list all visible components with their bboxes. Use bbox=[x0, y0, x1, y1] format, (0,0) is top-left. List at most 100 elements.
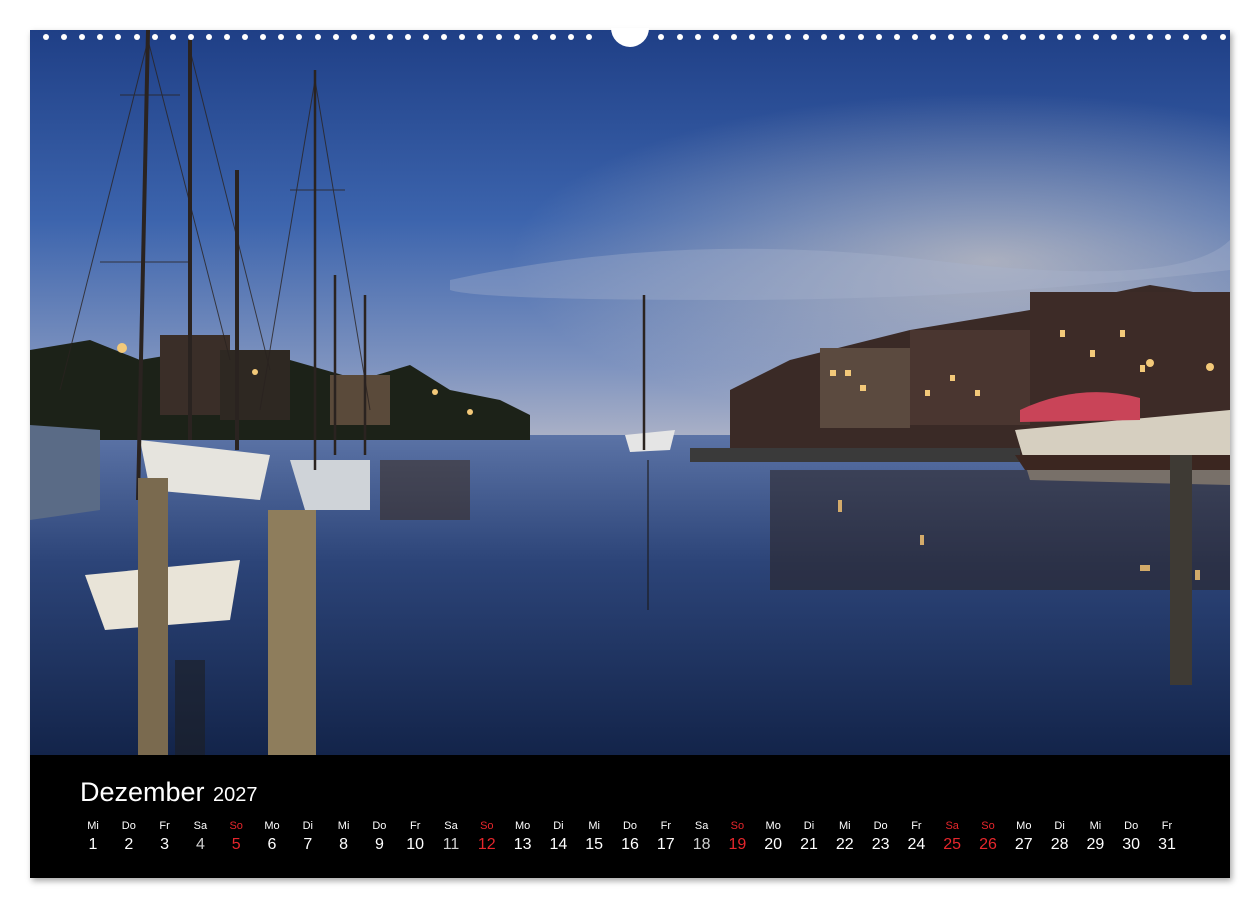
day-number: 13 bbox=[513, 836, 532, 853]
day-cell: So 26 bbox=[970, 819, 1006, 855]
day-cell: So 19 bbox=[719, 819, 755, 855]
weekday-label: Mo bbox=[765, 820, 781, 832]
binding-hole bbox=[477, 34, 484, 40]
binding-hole bbox=[1183, 34, 1190, 40]
binding-hole bbox=[205, 34, 212, 40]
day-number: 24 bbox=[907, 836, 926, 853]
binding-hole bbox=[278, 34, 285, 40]
day-cell: Sa 25 bbox=[934, 819, 970, 855]
day-cell: Fr 31 bbox=[1149, 819, 1185, 855]
weekday-label: Mi bbox=[337, 820, 350, 832]
binding-hole bbox=[767, 34, 773, 40]
binding-hole bbox=[1147, 34, 1154, 40]
weekday-label: Di bbox=[803, 820, 815, 832]
day-number: 29 bbox=[1086, 836, 1105, 853]
binding-hole bbox=[332, 34, 339, 40]
binding-hole bbox=[1110, 34, 1117, 40]
day-number: 11 bbox=[442, 836, 460, 853]
binding-hole bbox=[423, 34, 430, 40]
binding-hole bbox=[839, 34, 846, 40]
binding-hole bbox=[296, 34, 303, 40]
weekday-label: Mi bbox=[87, 820, 99, 832]
binding-hole bbox=[115, 34, 122, 40]
binding-hole bbox=[350, 34, 357, 40]
binding-hole bbox=[1219, 34, 1226, 40]
weekday-label: Mi bbox=[1089, 820, 1102, 832]
binding-hole bbox=[441, 34, 448, 40]
day-number: 14 bbox=[549, 836, 568, 853]
day-number: 10 bbox=[406, 836, 425, 853]
day-number: 4 bbox=[195, 836, 205, 853]
binding-hole bbox=[948, 34, 954, 40]
binding-hole bbox=[386, 34, 393, 40]
day-cell: Fr 17 bbox=[648, 819, 684, 855]
day-number: 16 bbox=[621, 836, 639, 853]
binding-hole bbox=[857, 34, 864, 40]
day-number: 28 bbox=[1050, 836, 1069, 853]
day-number: 21 bbox=[800, 836, 818, 853]
day-cell: Fr 24 bbox=[898, 819, 934, 855]
binding-hole bbox=[405, 34, 411, 40]
day-number: 18 bbox=[692, 836, 711, 853]
day-cell: Di 7 bbox=[290, 819, 326, 855]
binding-hole bbox=[43, 34, 49, 40]
binding-hole bbox=[676, 34, 683, 40]
day-cell: Do 30 bbox=[1113, 819, 1149, 855]
weekday-label: Sa bbox=[945, 820, 959, 832]
day-number: 5 bbox=[231, 836, 241, 853]
day-cell: Fr 10 bbox=[397, 819, 433, 855]
day-number: 8 bbox=[339, 836, 349, 853]
day-number: 22 bbox=[835, 836, 854, 853]
day-cell: Mi 22 bbox=[827, 819, 863, 855]
calendar-title: Dezember 2027 bbox=[80, 777, 258, 808]
weekday-label: Mi bbox=[838, 820, 851, 832]
day-cell: Mo 20 bbox=[755, 819, 791, 855]
weekday-label: Di bbox=[302, 820, 313, 832]
day-number: 19 bbox=[728, 836, 747, 853]
day-cell: So 5 bbox=[218, 819, 254, 855]
binding-hole bbox=[658, 34, 665, 40]
binding-hole bbox=[79, 34, 86, 40]
binding-hole bbox=[984, 34, 991, 40]
day-number: 27 bbox=[1014, 836, 1033, 853]
day-cell: Do 9 bbox=[361, 819, 397, 855]
binding-hole bbox=[1092, 34, 1099, 40]
day-number: 3 bbox=[160, 836, 170, 853]
day-cell: Mi 1 bbox=[75, 819, 111, 855]
month-name: Dezember bbox=[80, 777, 205, 807]
weekday-label: So bbox=[229, 820, 243, 832]
day-number: 15 bbox=[585, 836, 604, 853]
binding-hole bbox=[169, 34, 176, 40]
weekday-label: Di bbox=[553, 820, 564, 832]
weekday-label: So bbox=[480, 820, 494, 832]
day-cell: Di 14 bbox=[540, 819, 576, 855]
day-number: 7 bbox=[303, 836, 313, 853]
calendar-binding bbox=[30, 28, 1230, 47]
weekday-label: Fr bbox=[1161, 820, 1173, 832]
day-number: 9 bbox=[374, 836, 384, 853]
weekday-label: Do bbox=[121, 820, 136, 832]
binding-hole bbox=[730, 34, 737, 40]
binding-hole bbox=[712, 34, 719, 40]
weekday-label: Sa bbox=[444, 820, 458, 832]
binding-hole bbox=[531, 34, 538, 40]
day-number: 31 bbox=[1158, 836, 1176, 853]
day-cell: Mo 6 bbox=[254, 819, 290, 855]
day-number: 23 bbox=[871, 836, 890, 853]
day-cell: Mo 13 bbox=[505, 819, 541, 855]
day-number: 25 bbox=[943, 836, 962, 853]
weekday-label: So bbox=[730, 820, 745, 832]
day-cell: Di 21 bbox=[791, 819, 827, 855]
day-cell: Mi 15 bbox=[576, 819, 612, 855]
harbor-photo bbox=[30, 30, 1230, 755]
binding-hole bbox=[368, 34, 375, 40]
day-row: Mi 1 Do 2 Fr 3 Sa 4 So 5 Mo 6 Di 7 Mi 8 Do 9 Fr 10 Sa 11 So 12 M… bbox=[75, 819, 1185, 869]
binding-hole bbox=[1074, 34, 1081, 40]
weekday-label: Fr bbox=[159, 820, 170, 832]
day-cell: Sa 18 bbox=[684, 819, 720, 855]
binding-hole bbox=[567, 34, 574, 40]
binding-hole bbox=[1002, 34, 1009, 40]
day-cell: Fr 3 bbox=[147, 819, 183, 855]
binding-hole bbox=[893, 34, 900, 40]
binding-hole bbox=[966, 34, 973, 40]
